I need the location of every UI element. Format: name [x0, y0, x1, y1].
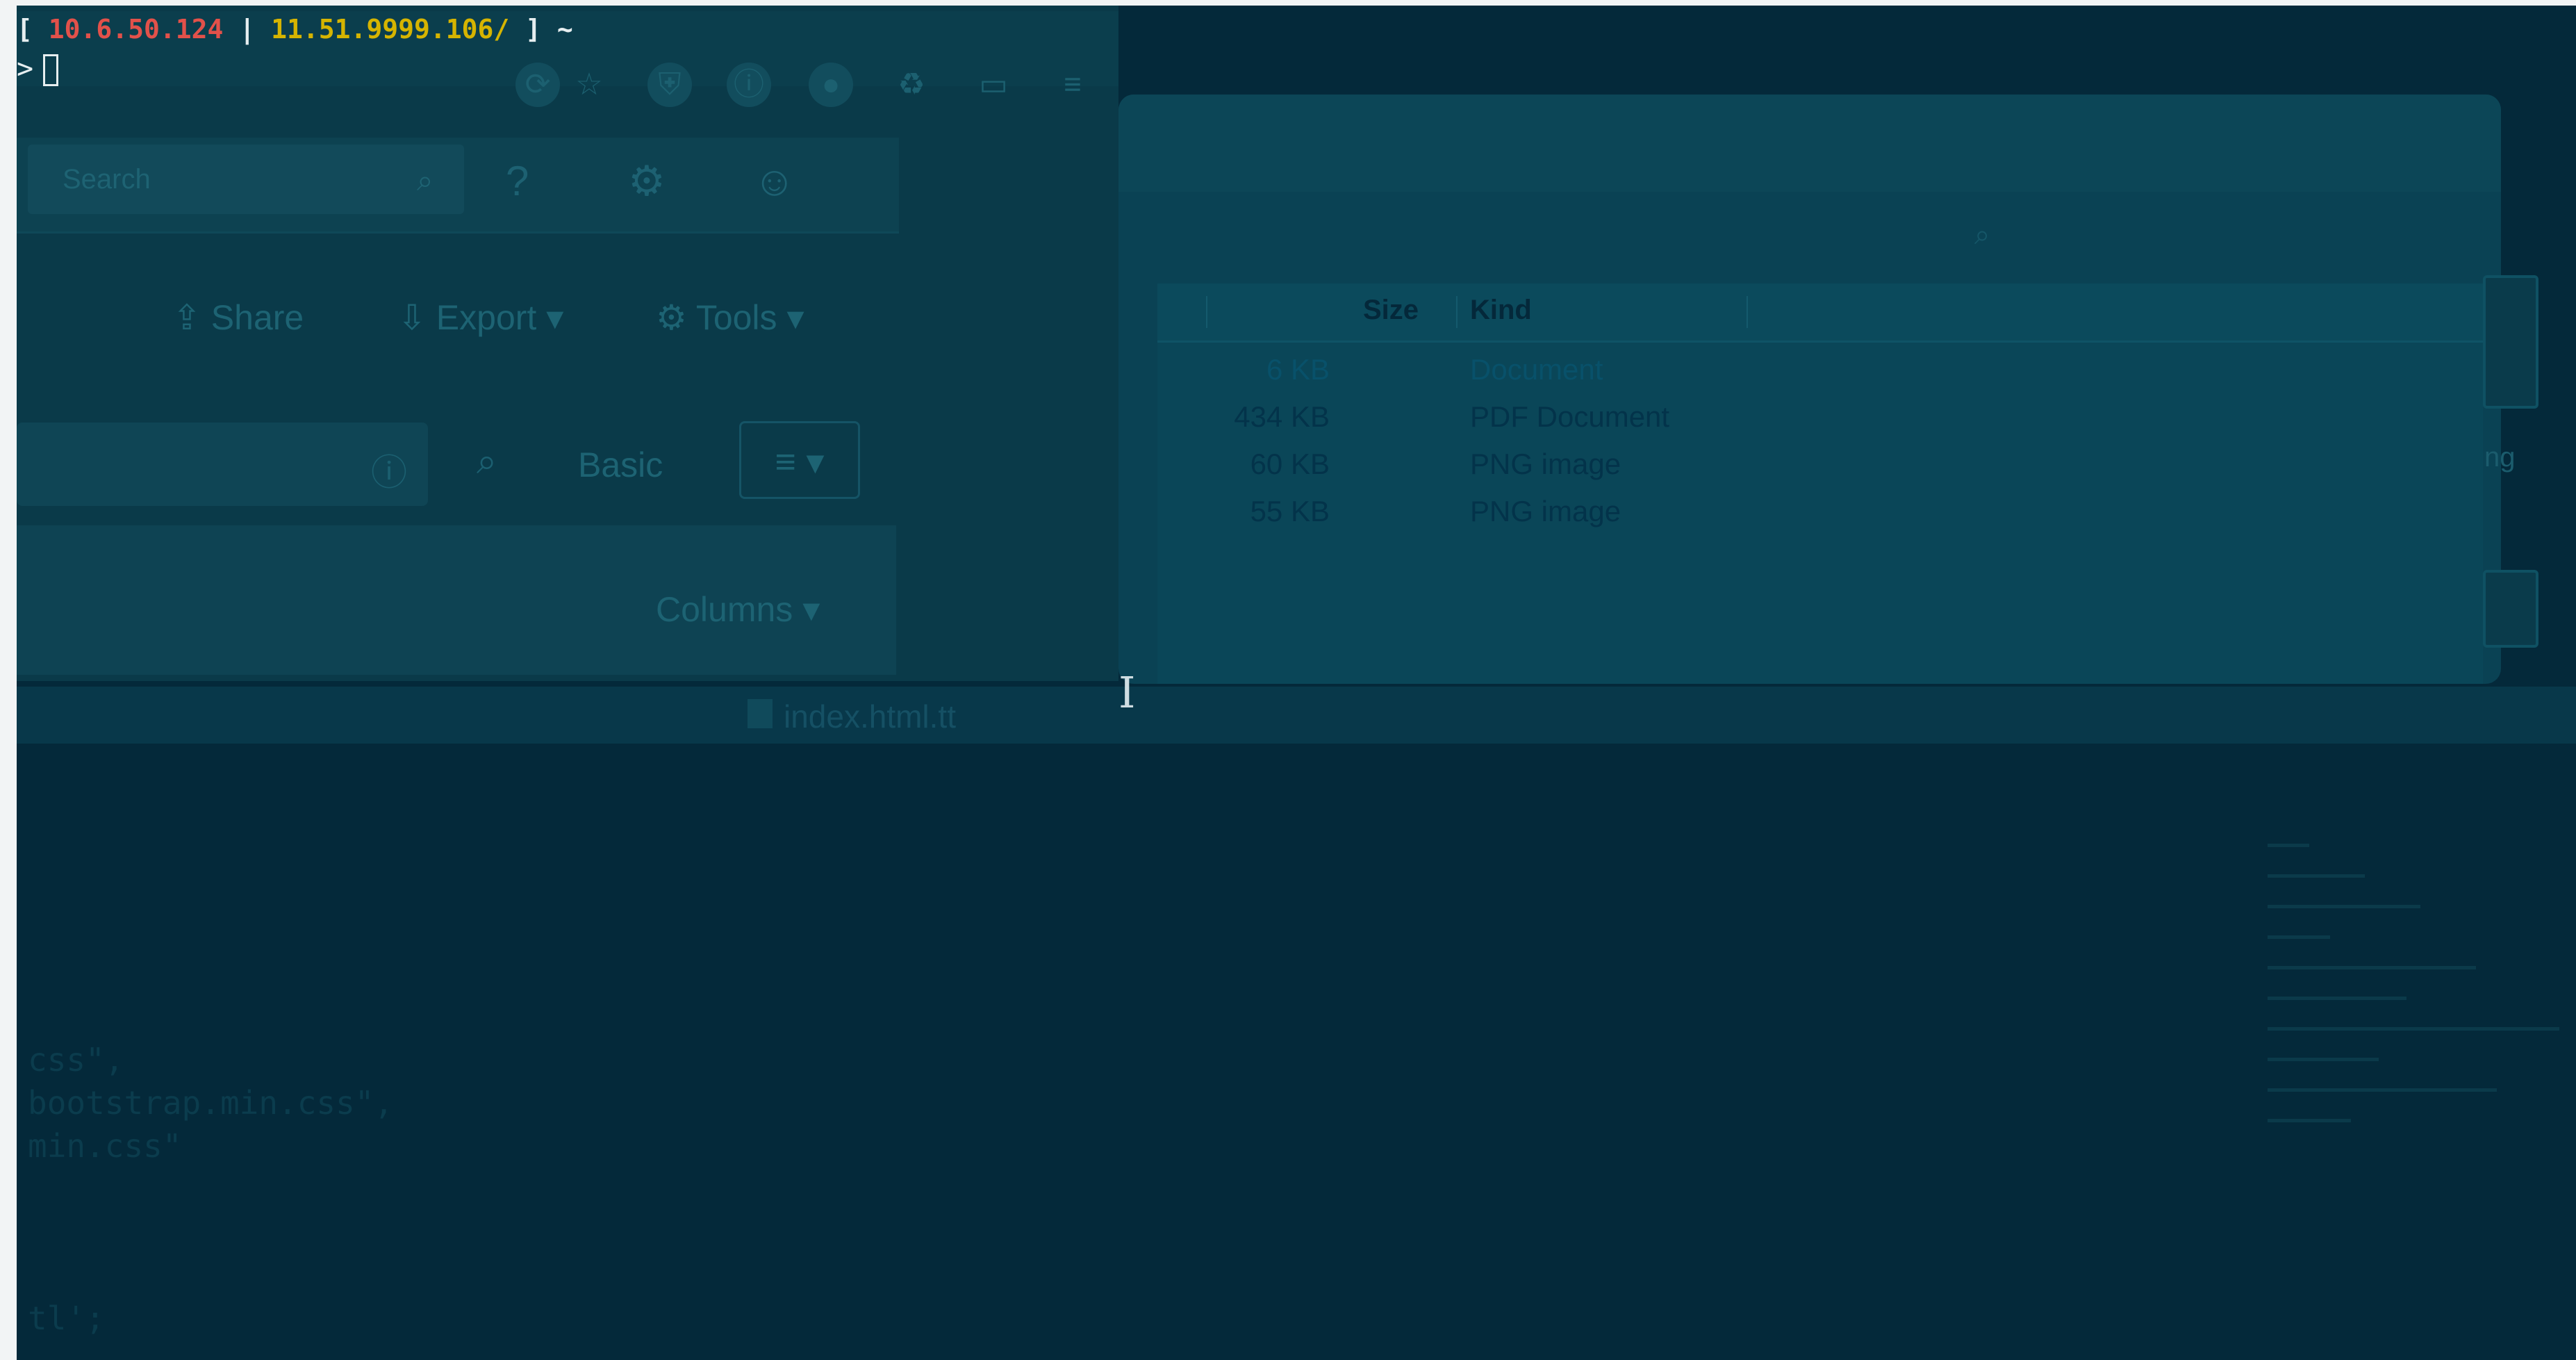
search-placeholder: Search — [63, 164, 151, 195]
chevron-down-icon: ▾ — [777, 298, 804, 337]
code-line[interactable]: tl'; — [28, 1300, 105, 1337]
file-kind: PNG image — [1470, 448, 1621, 480]
menu-hamburger-icon[interactable]: ≡ — [1050, 63, 1095, 107]
settings-gear-icon[interactable]: ⚙ — [628, 157, 666, 206]
minimap-line — [2268, 874, 2365, 878]
column-separator[interactable] — [1747, 296, 1748, 328]
finder-titlebar — [1118, 95, 2501, 192]
finder-search-icon[interactable]: ⌕ — [1974, 220, 1990, 251]
file-list-header: Size Kind — [1157, 284, 2483, 343]
filter-search-icon[interactable]: ⌕ — [477, 441, 497, 483]
share-button[interactable]: ⇪ Share — [172, 297, 304, 338]
tools-button[interactable]: ⚙ Tools ▾ — [656, 297, 804, 338]
columns-label: Columns — [656, 590, 793, 629]
file-size: 60 KB — [1250, 448, 1330, 480]
minimap-line — [2268, 905, 2420, 908]
file-row[interactable]: 6 KB Document — [1157, 346, 2483, 393]
chevron-down-icon: ▾ — [536, 298, 564, 337]
tools-label: Tools — [695, 298, 777, 337]
file-size: 6 KB — [1266, 353, 1330, 386]
minimap-line — [2268, 966, 2476, 969]
minimap-line — [2268, 844, 2309, 847]
file-kind: PDF Document — [1470, 400, 1670, 433]
filter-input[interactable] — [17, 423, 428, 506]
terminal-prompt-line[interactable]: > — [17, 53, 573, 86]
user-avatar-icon[interactable]: ☺ — [753, 157, 795, 205]
export-button[interactable]: ⇩ Export ▾ — [397, 297, 563, 338]
basic-mode-link[interactable]: Basic — [578, 445, 663, 485]
file-size: 55 KB — [1250, 495, 1330, 527]
file-size: 434 KB — [1234, 400, 1330, 433]
column-separator[interactable] — [1206, 296, 1207, 328]
file-kind: Document — [1470, 353, 1603, 386]
extension-id-icon[interactable]: ⓘ — [727, 63, 771, 107]
terminal-overlay[interactable]: [ 10.6.50.124 | 11.51.9999.106/ ] ~ > — [17, 14, 573, 86]
terminal-status-line: [ 10.6.50.124 | 11.51.9999.106/ ] ~ — [17, 14, 573, 44]
minimap-line — [2268, 935, 2330, 939]
file-row[interactable]: 60 KB PNG image — [1157, 441, 2483, 488]
ip-separator: | — [223, 14, 272, 44]
bracket-open: [ — [17, 14, 49, 44]
side-panel-widget — [2483, 570, 2538, 648]
share-label: Share — [210, 298, 304, 337]
file-kind: PNG image — [1470, 495, 1621, 527]
finder-window: ⌕ Size Kind 6 KB Document 434 KB PDF Doc… — [1118, 95, 2501, 684]
search-icon: ⌕ — [417, 164, 434, 197]
editor-tab[interactable]: index.html.tt — [784, 698, 956, 735]
side-panel-widget — [2483, 275, 2538, 409]
prompt-symbol: > — [17, 53, 34, 85]
side-panel-text: ng — [2484, 442, 2516, 473]
editor-tab-bar — [17, 687, 2576, 744]
code-line[interactable]: bootstrap.min.css", — [28, 1084, 393, 1122]
help-icon[interactable]: ? — [506, 157, 529, 205]
bracket-close: ] ~ — [509, 14, 573, 44]
bookmark-star-icon[interactable]: ☆ — [567, 63, 611, 107]
export-icon: ⇩ — [397, 298, 436, 337]
ibeam-cursor-icon: I — [1118, 667, 1136, 718]
share-icon: ⇪ — [172, 298, 211, 337]
minimap-line — [2268, 1058, 2379, 1061]
chevron-down-icon: ▾ — [793, 590, 820, 629]
minimap-line — [2268, 1088, 2497, 1092]
column-header-kind[interactable]: Kind — [1470, 295, 1532, 326]
ip-remote: 11.51.9999.106/ — [271, 14, 510, 44]
terminal-cursor — [43, 54, 59, 86]
code-line[interactable]: min.css" — [28, 1127, 182, 1165]
desktop-screen: ⟳ ☆ ⛨ ⓘ ● ♻ ▭ ≡ Search ⌕ ? ⚙ ☺ ⇪ Share ⇩… — [17, 6, 2576, 1360]
minimap-line — [2268, 1027, 2559, 1031]
column-separator[interactable] — [1456, 296, 1458, 328]
code-line[interactable]: css", — [28, 1041, 124, 1079]
minimap-line — [2268, 997, 2406, 1000]
search-input[interactable]: Search ⌕ — [28, 145, 464, 214]
list-menu-button[interactable]: ≡ ▾ — [739, 421, 860, 499]
file-row[interactable]: 434 KB PDF Document — [1157, 393, 2483, 441]
editor-minimap[interactable] — [2240, 833, 2573, 1152]
tools-gear-icon: ⚙ — [656, 298, 696, 337]
file-row[interactable]: 55 KB PNG image — [1157, 488, 2483, 535]
columns-button[interactable]: Columns ▾ — [656, 589, 820, 630]
cast-icon[interactable]: ▭ — [971, 63, 1016, 107]
export-label: Export — [436, 298, 537, 337]
file-list: Size Kind 6 KB Document 434 KB PDF Docum… — [1157, 284, 2483, 684]
extension-leaf-icon[interactable]: ● — [809, 63, 853, 107]
recycle-icon[interactable]: ♻ — [889, 63, 934, 107]
ublock-shield-icon[interactable]: ⛨ — [647, 63, 692, 107]
minimap-line — [2268, 1119, 2351, 1122]
filter-help-icon[interactable]: ⓘ — [371, 443, 407, 495]
file-icon — [748, 699, 773, 728]
column-header-size[interactable]: Size — [1363, 295, 1419, 326]
ip-local: 10.6.50.124 — [48, 14, 224, 44]
